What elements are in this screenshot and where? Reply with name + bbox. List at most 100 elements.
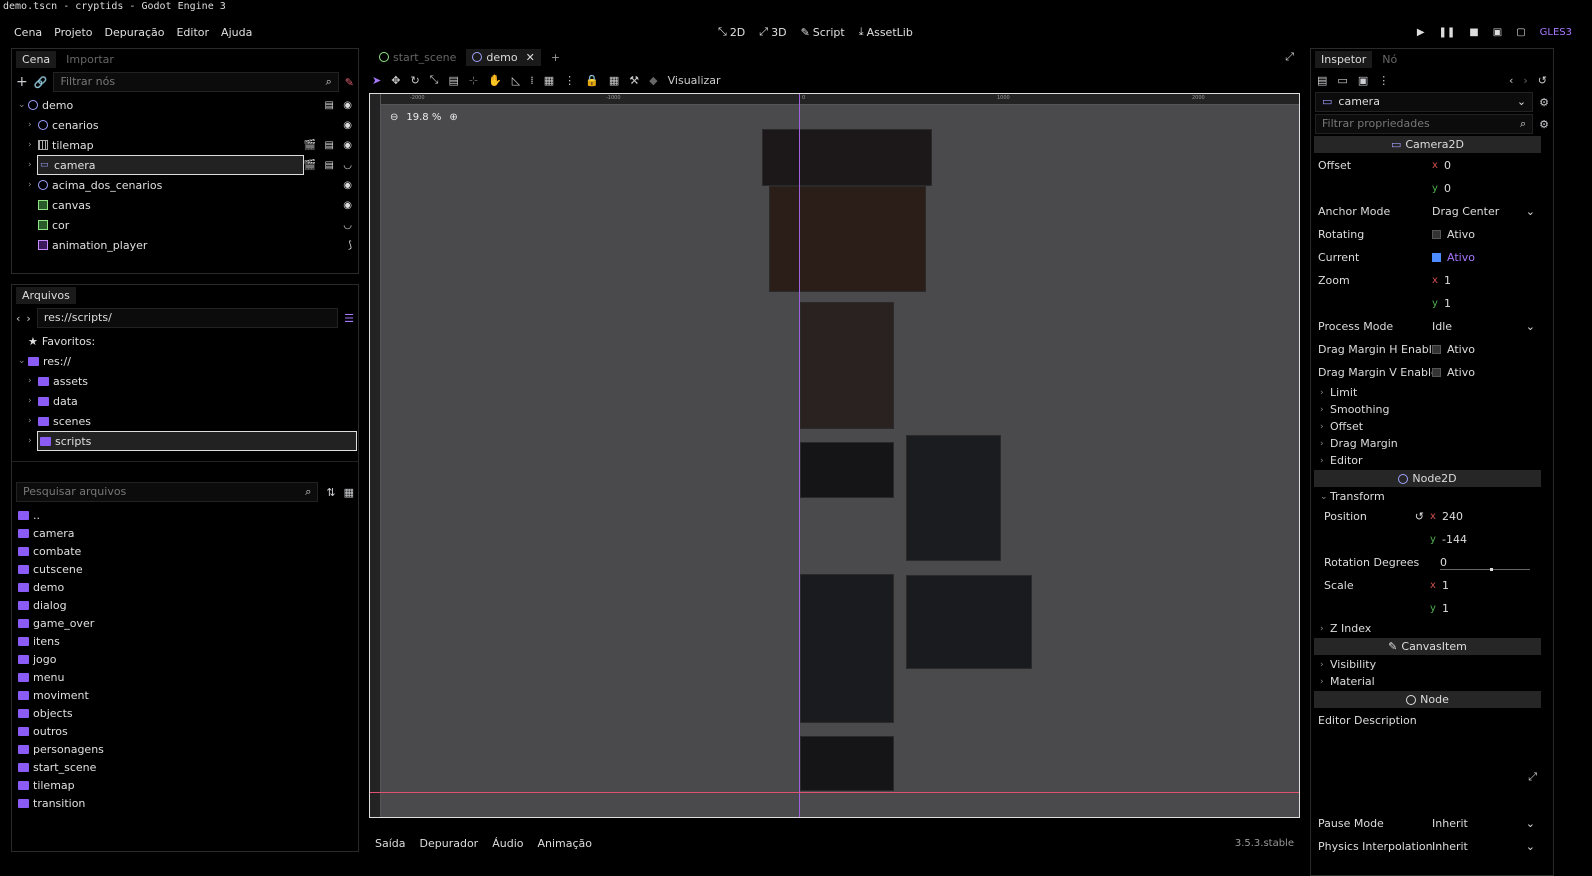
zoom-x-field[interactable]: x1 xyxy=(1432,274,1541,287)
editor-description-textarea[interactable]: ⤢ xyxy=(1314,732,1541,812)
script-icon[interactable]: ▤ xyxy=(325,140,334,151)
grid-snap-icon[interactable]: ▦ xyxy=(544,74,554,87)
slider-grabber[interactable] xyxy=(1490,567,1493,571)
properties-options-icon[interactable]: ⚙ xyxy=(1539,118,1549,131)
history-back-icon[interactable]: ‹ xyxy=(1509,74,1513,87)
scale-x-field[interactable]: x1 xyxy=(1430,579,1541,592)
new-resource-icon[interactable]: ▤ xyxy=(1317,74,1327,87)
filter-nodes-input[interactable]: Filtrar nós ⌕ xyxy=(53,72,339,92)
group-z-index[interactable]: › Z Index xyxy=(1314,620,1541,637)
script-icon[interactable]: ▤ xyxy=(325,100,334,111)
favorites-item[interactable]: ★ Favoritos: xyxy=(18,331,358,351)
script-icon[interactable]: ▤ xyxy=(325,160,334,171)
tree-folder-assets[interactable]: › assets xyxy=(18,371,358,391)
3d-button[interactable]: ⤢ 3D xyxy=(759,25,786,39)
file-list-item[interactable]: objects xyxy=(18,704,358,722)
menu-cena[interactable]: Cena xyxy=(8,26,48,39)
tree-folder-data[interactable]: › data xyxy=(18,391,358,411)
menu-editor[interactable]: Editor xyxy=(170,26,215,39)
add-tab-icon[interactable]: + xyxy=(551,51,560,64)
zoom-level[interactable]: 19.8 % xyxy=(406,112,441,123)
drag-h-checkbox[interactable]: Ativo xyxy=(1432,343,1541,356)
path-field[interactable]: res://scripts/ xyxy=(36,308,339,328)
drag-v-checkbox[interactable]: Ativo xyxy=(1432,366,1541,379)
anchor-mode-select[interactable]: Drag Center ⌄ xyxy=(1432,205,1541,218)
open-icon[interactable]: ▭ xyxy=(1337,74,1347,87)
list-select-icon[interactable]: ▤ xyxy=(448,74,458,87)
pivot-tool-icon[interactable]: ⊹ xyxy=(469,74,478,87)
search-files-input[interactable]: Pesquisar arquivos ⌕ xyxy=(16,482,319,502)
signal-icon[interactable]: ⟆ xyxy=(348,240,352,251)
tree-node-canvas[interactable]: canvas ◉ xyxy=(18,195,358,215)
tree-res-root[interactable]: ⌄ res:// xyxy=(18,351,358,371)
tree-folder-scenes[interactable]: › scenes xyxy=(18,411,358,431)
stop-icon[interactable]: ■ xyxy=(1469,27,1478,38)
group-smoothing[interactable]: › Smoothing xyxy=(1314,401,1541,418)
file-list-item[interactable]: game_over xyxy=(18,614,358,632)
file-list-item[interactable]: personagens xyxy=(18,740,358,758)
rotate-tool-icon[interactable]: ↻ xyxy=(410,74,419,87)
tab-animacao[interactable]: Animação xyxy=(537,837,592,850)
script-attach-icon[interactable]: ✎ xyxy=(345,76,354,89)
group-icon[interactable]: ▦ xyxy=(609,74,619,87)
file-list-item[interactable]: demo xyxy=(18,578,358,596)
visibility-icon[interactable]: ◉ xyxy=(343,180,352,191)
camera-override-icon[interactable]: ◆ xyxy=(649,74,657,87)
file-list-item[interactable]: start_scene xyxy=(18,758,358,776)
tab-arquivos[interactable]: Arquivos xyxy=(16,286,76,304)
save-icon[interactable]: ▣ xyxy=(1358,74,1368,87)
add-node-icon[interactable]: + xyxy=(16,74,28,90)
tab-saida[interactable]: Saída xyxy=(375,837,406,850)
split-mode-icon[interactable]: ☰ xyxy=(344,312,354,325)
visibility-icon[interactable]: ◉ xyxy=(343,200,352,211)
tab-importar[interactable]: Importar xyxy=(60,51,120,68)
file-list-item[interactable]: .. xyxy=(18,506,358,524)
history-forward-icon[interactable]: › xyxy=(1523,74,1527,87)
menu-depuracao[interactable]: Depuração xyxy=(99,26,171,39)
play-custom-scene-icon[interactable]: ▢ xyxy=(1516,27,1525,38)
revert-icon[interactable]: ↺ xyxy=(1415,510,1424,523)
tree-node-animation-player[interactable]: animation_player ⟆ xyxy=(18,235,358,255)
view-menu[interactable]: Visualizar xyxy=(668,74,721,87)
file-list-item[interactable]: outros xyxy=(18,722,358,740)
tree-node-tilemap[interactable]: › tilemap 🎬 ▤ ◉ xyxy=(18,135,358,155)
offset-y-field[interactable]: y0 xyxy=(1432,182,1541,195)
grid-view-icon[interactable]: ▦ xyxy=(344,486,354,499)
renderer-select[interactable]: GLES3 xyxy=(1540,27,1572,38)
tab-no[interactable]: Nó xyxy=(1376,51,1403,68)
scale-y-field[interactable]: y1 xyxy=(1430,602,1541,615)
file-list-item[interactable]: tilemap xyxy=(18,776,358,794)
file-list-item[interactable]: cutscene xyxy=(18,560,358,578)
smart-snap-icon[interactable]: ⁞ xyxy=(530,74,534,87)
forward-icon[interactable]: › xyxy=(26,312,30,325)
file-list-item[interactable]: camera xyxy=(18,524,358,542)
select-tool-icon[interactable]: ➤ xyxy=(372,74,381,87)
more-icon[interactable]: ⋮ xyxy=(564,74,575,87)
rotating-checkbox[interactable]: Ativo xyxy=(1432,228,1541,241)
node-settings-icon[interactable]: ⚙ xyxy=(1539,96,1549,109)
canvas-viewport[interactable]: -2000 -1000 0 1000 2000 ⊖ 19.8 % ⊕ xyxy=(369,93,1300,818)
script-button[interactable]: ✎ Script xyxy=(801,26,845,39)
group-editor[interactable]: › Editor xyxy=(1314,452,1541,469)
rotation-slider[interactable]: 0 xyxy=(1430,556,1541,571)
sort-icon[interactable]: ⇅ xyxy=(326,486,335,499)
zoom-out-icon[interactable]: ⊖ xyxy=(390,112,398,123)
file-list-item[interactable]: dialog xyxy=(18,596,358,614)
current-checkbox[interactable]: Ativo xyxy=(1432,251,1541,264)
history-icon[interactable]: ↺ xyxy=(1538,74,1547,87)
ruler-tool-icon[interactable]: ◺ xyxy=(512,74,520,87)
group-material[interactable]: › Material xyxy=(1314,673,1541,690)
expand-icon[interactable]: ⤢ xyxy=(1528,770,1537,784)
visibility-icon[interactable]: ◉ xyxy=(343,100,352,111)
distraction-free-icon[interactable]: ⤢ xyxy=(1285,50,1294,64)
group-drag-margin[interactable]: › Drag Margin xyxy=(1314,435,1541,452)
tree-folder-scripts[interactable]: › scripts xyxy=(18,431,358,451)
group-visibility[interactable]: › Visibility xyxy=(1314,656,1541,673)
pause-mode-select[interactable]: Inherit ⌄ xyxy=(1432,817,1541,830)
file-list-item[interactable]: itens xyxy=(18,632,358,650)
move-tool-icon[interactable]: ✥ xyxy=(391,74,400,87)
filter-properties-input[interactable]: Filtrar propriedades ⌕ xyxy=(1315,114,1534,134)
pan-tool-icon[interactable]: ✋ xyxy=(488,74,502,87)
visibility-icon[interactable]: ◉ xyxy=(343,140,352,151)
file-list-item[interactable]: combate xyxy=(18,542,358,560)
